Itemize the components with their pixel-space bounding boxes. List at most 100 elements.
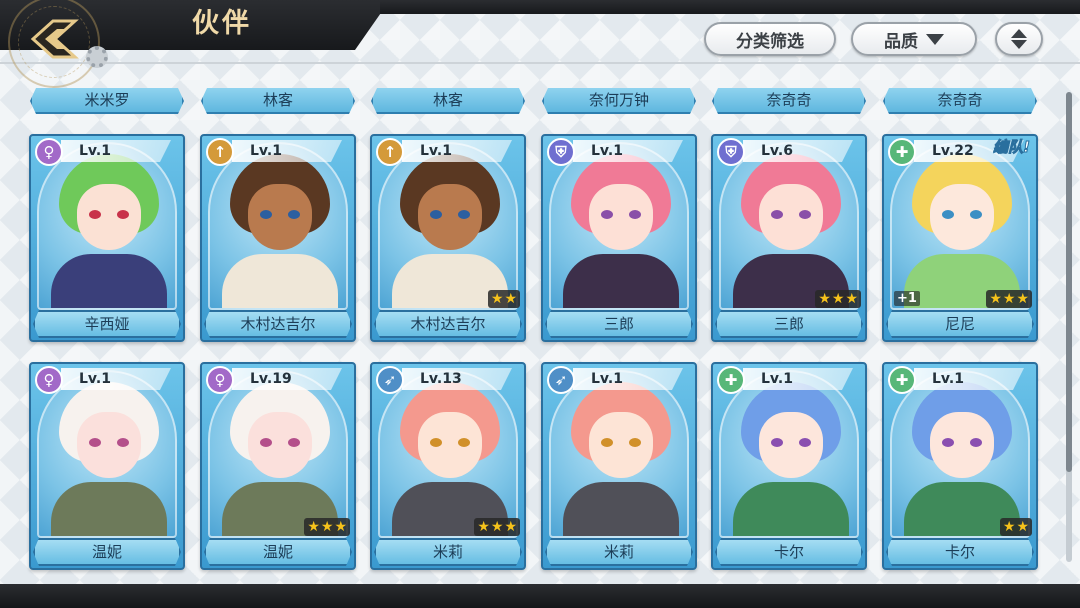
partial-row-name[interactable]: 林客 [201, 88, 355, 114]
character-name: 米莉 [545, 538, 693, 566]
companion-card[interactable]: ➶ Lv.1 米莉 [541, 362, 697, 570]
character-name: 辛西娅 [33, 310, 181, 338]
character-name: 温妮 [204, 538, 352, 566]
character-name: 尼尼 [886, 310, 1034, 338]
dropdown-triangle-icon [926, 33, 944, 45]
character-portrait [719, 370, 859, 538]
star-rating: ★ ★ [487, 290, 520, 308]
warrior-class-icon: ↑ [206, 138, 234, 166]
companion-card[interactable]: ⛨ Lv.1 三郎 [541, 134, 697, 342]
companion-card[interactable]: ⛨ Lv.6 ★ ★ ★ 三郎 [711, 134, 867, 342]
companion-card[interactable]: ♀ Lv.1 辛西娅 [29, 134, 185, 342]
partial-row-name[interactable]: 奈何万钟 [542, 88, 696, 114]
footer-bar [0, 584, 1080, 608]
level-label: Lv.1 [743, 368, 853, 390]
character-portrait [37, 370, 177, 538]
companion-card[interactable]: ➶ Lv.13 ★ ★ ★ 米莉 [370, 362, 526, 570]
guard-class-icon: ⛨ [717, 138, 745, 166]
level-label: Lv.1 [232, 140, 342, 162]
guard-class-icon: ⛨ [547, 138, 575, 166]
character-name: 三郎 [715, 310, 863, 338]
partial-row-name[interactable]: 奈奇奇 [883, 88, 1037, 114]
character-portrait [549, 370, 689, 538]
companion-card[interactable]: ✚ Lv.1 ★ ★ 卡尔 [882, 362, 1038, 570]
character-portrait [208, 370, 348, 538]
star-icon: ★ [320, 519, 334, 535]
star-icon: ★ [818, 291, 831, 307]
level-label: Lv.1 [914, 368, 1024, 390]
category-filter-button[interactable]: 分类筛选 [704, 22, 836, 56]
quality-dropdown-label: 品质 [884, 31, 918, 52]
character-name: 温妮 [33, 538, 181, 566]
star-icon: ★ [1002, 519, 1016, 535]
character-name: 木村达吉尔 [374, 310, 522, 338]
character-name: 三郎 [545, 310, 693, 338]
quality-dropdown[interactable]: 品质 [851, 22, 977, 56]
in-team-badge: 编队! [993, 138, 1031, 157]
star-rating: ★ ★ ★ [815, 290, 861, 308]
star-icon: ★ [989, 291, 1002, 307]
healer-class-icon: ✚ [717, 366, 745, 394]
character-portrait [890, 142, 1030, 310]
star-icon: ★ [477, 519, 490, 535]
scrollbar-thumb[interactable] [1066, 92, 1072, 472]
healer-class-icon: ✚ [888, 366, 916, 394]
level-label: Lv.1 [61, 368, 171, 390]
companion-grid[interactable]: 米米罗 林客 林客 奈何万钟 奈奇奇 奈奇奇 ♀ Lv.1 辛西娅 ↑ Lv.1… [0, 64, 1080, 584]
level-label: Lv.1 [61, 140, 171, 162]
partial-row-name[interactable]: 林客 [371, 88, 525, 114]
category-filter-label: 分类筛选 [736, 31, 804, 52]
character-portrait [549, 142, 689, 310]
star-rating: ★ ★ ★ [474, 518, 520, 536]
level-label: Lv.13 [402, 368, 512, 390]
sort-order-button[interactable] [995, 22, 1043, 56]
level-label: Lv.19 [232, 368, 342, 390]
star-icon: ★ [1016, 519, 1029, 535]
star-icon: ★ [845, 291, 858, 307]
star-icon: ★ [504, 291, 517, 307]
page-title: 伙伴 [192, 8, 252, 39]
companion-card[interactable]: ↑ Lv.1 ★ ★ 木村达吉尔 [370, 134, 526, 342]
character-name: 木村达吉尔 [204, 310, 352, 338]
healer-class-icon: ✚ [888, 138, 916, 166]
archer-class-icon: ➶ [376, 366, 404, 394]
warrior-class-icon: ↑ [376, 138, 404, 166]
companion-card[interactable]: ♀ Lv.19 ★ ★ ★ 温妮 [200, 362, 356, 570]
character-name: 卡尔 [886, 538, 1034, 566]
character-portrait [890, 370, 1030, 538]
character-portrait [719, 142, 859, 310]
level-label: Lv.1 [573, 140, 683, 162]
partial-row-name[interactable]: 米米罗 [30, 88, 184, 114]
grid-scrollbar[interactable] [1066, 92, 1072, 562]
mage-class-icon: ♀ [35, 138, 63, 166]
star-icon: ★ [334, 519, 347, 535]
bonus-badge: +1 [894, 291, 920, 306]
star-icon: ★ [504, 519, 517, 535]
star-icon: ★ [307, 519, 320, 535]
star-icon: ★ [490, 519, 504, 535]
character-name: 卡尔 [715, 538, 863, 566]
character-portrait [378, 370, 518, 538]
mage-class-icon: ♀ [206, 366, 234, 394]
companion-card[interactable]: ↑ Lv.1 木村达吉尔 [200, 134, 356, 342]
companion-card[interactable]: ✚ Lv.22 编队! +1 ★ ★ ★ 尼尼 [882, 134, 1038, 342]
star-rating: ★ ★ ★ [304, 518, 350, 536]
character-portrait [378, 142, 518, 310]
star-icon: ★ [1016, 291, 1029, 307]
level-label: Lv.6 [743, 140, 853, 162]
partial-row-name[interactable]: 奈奇奇 [712, 88, 866, 114]
star-rating: ★ ★ ★ [986, 290, 1032, 308]
header-strip [380, 0, 1080, 14]
companion-card[interactable]: ♀ Lv.1 温妮 [29, 362, 185, 570]
archer-class-icon: ➶ [547, 366, 575, 394]
level-label: Lv.1 [573, 368, 683, 390]
character-name: 米莉 [374, 538, 522, 566]
level-label: Lv.1 [402, 140, 512, 162]
sort-arrows-icon [1011, 29, 1027, 49]
character-portrait [37, 142, 177, 310]
star-icon: ★ [490, 291, 504, 307]
star-icon: ★ [831, 291, 845, 307]
character-portrait [208, 142, 348, 310]
mage-class-icon: ♀ [35, 366, 63, 394]
companion-card[interactable]: ✚ Lv.1 卡尔 [711, 362, 867, 570]
